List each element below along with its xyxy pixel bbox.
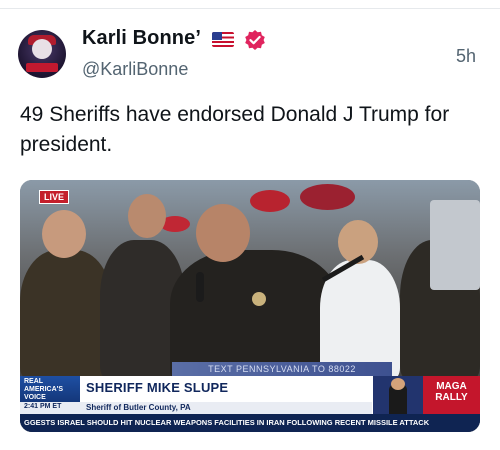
lower-third-time: 2:41 PM ET bbox=[24, 403, 62, 410]
post-time[interactable]: 5h bbox=[456, 46, 476, 67]
network-logo: REAL AMERICA'S VOICE bbox=[20, 376, 80, 402]
avatar-face bbox=[32, 39, 52, 59]
microphone-icon bbox=[196, 272, 204, 302]
officer-back-head bbox=[128, 194, 166, 238]
divider bbox=[0, 8, 500, 9]
logo-line: REAL bbox=[24, 378, 44, 385]
author-name[interactable]: Karli Bonne’ bbox=[82, 27, 201, 50]
logo-line: VOICE bbox=[24, 394, 46, 401]
live-badge: LIVE bbox=[39, 190, 70, 204]
maga-line: RALLY bbox=[435, 392, 468, 403]
crowd-shirt bbox=[300, 184, 355, 210]
trump-thumbnail bbox=[373, 376, 423, 414]
maga-graphic: MAGA RALLY bbox=[423, 376, 480, 414]
us-flag-icon bbox=[212, 32, 234, 47]
avatar-tag bbox=[26, 63, 58, 72]
lower-third-name: SHERIFF MIKE SLUPE bbox=[86, 380, 229, 395]
post-media-image[interactable]: LIVE TEXT PENNSYLVANIA TO 88022 REAL AME… bbox=[20, 180, 480, 432]
avatar[interactable] bbox=[18, 30, 66, 78]
lower-third-subbar bbox=[20, 402, 372, 414]
speaker-head bbox=[196, 204, 250, 262]
sign bbox=[430, 200, 480, 290]
text-banner: TEXT PENNSYLVANIA TO 88022 bbox=[172, 362, 392, 376]
maga-line: MAGA bbox=[436, 381, 467, 392]
officer-left bbox=[20, 250, 112, 380]
logo-line: AMERICA'S bbox=[24, 386, 63, 393]
badge-icon bbox=[252, 292, 266, 306]
author-handle[interactable]: @KarliBonne bbox=[82, 59, 188, 80]
news-ticker: GGESTS ISRAEL SHOULD HIT NUCLEAR WEAPONS… bbox=[20, 414, 480, 432]
lower-third-subtitle: Sheriff of Butler County, PA bbox=[86, 403, 191, 412]
verified-badge-icon bbox=[245, 30, 265, 50]
officer-left-head bbox=[42, 210, 86, 258]
crowd-hat bbox=[250, 190, 290, 212]
post-text: 49 Sheriffs have endorsed Donald J Trump… bbox=[20, 103, 450, 156]
